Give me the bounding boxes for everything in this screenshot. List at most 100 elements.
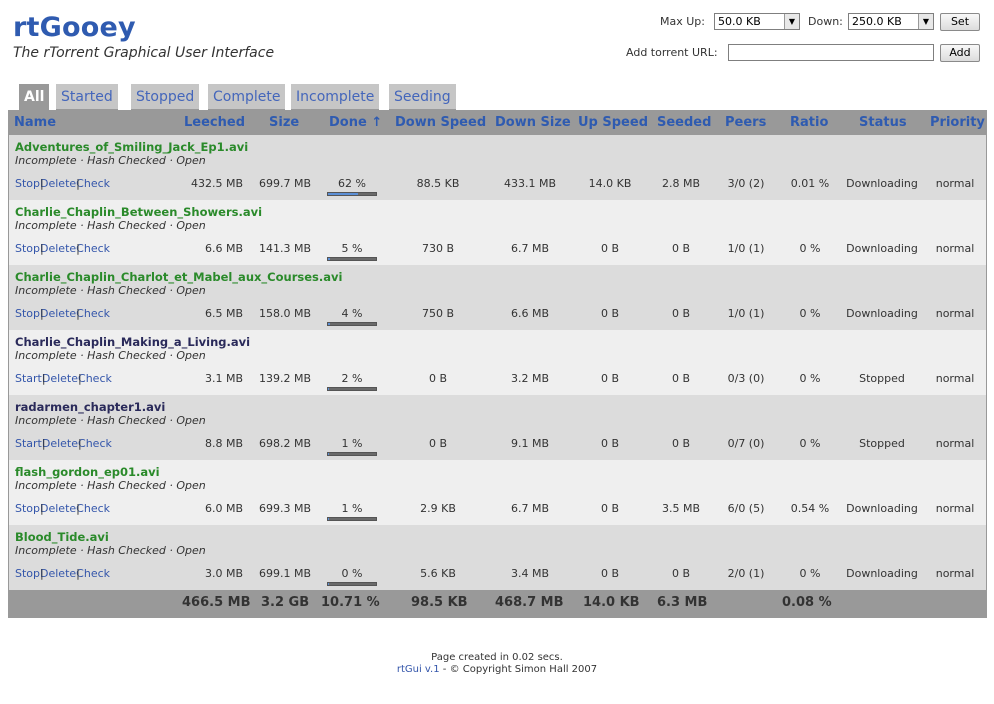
cell-up-speed: 0 B <box>600 242 620 255</box>
column-status[interactable]: Status <box>859 115 907 130</box>
column-done[interactable]: Done ↑ <box>329 115 382 130</box>
column-priority[interactable]: Priority <box>930 115 985 130</box>
cell-priority: normal <box>935 177 975 190</box>
column-up-speed[interactable]: Up Speed <box>578 115 648 130</box>
column-name[interactable]: Name <box>14 115 56 130</box>
check-link[interactable]: Check <box>76 502 110 515</box>
cell-size: 699.3 MB <box>258 502 311 515</box>
chevron-down-icon: ▼ <box>918 14 933 29</box>
cell-down-size: 6.6 MB <box>510 307 550 320</box>
tab-stopped[interactable]: Stopped <box>131 84 200 110</box>
torrent-name[interactable]: Blood_Tide.avi <box>15 530 109 544</box>
torrent-name[interactable]: radarmen_chapter1.avi <box>15 400 165 414</box>
tab-seeding[interactable]: Seeding <box>389 84 456 110</box>
cell-size: 139.2 MB <box>258 372 311 385</box>
stop-link[interactable]: Stop <box>15 177 40 190</box>
total-size: 3.2 GB <box>261 595 310 610</box>
cell-down-speed: 2.9 KB <box>420 502 456 515</box>
check-link[interactable]: Check <box>76 307 110 320</box>
cell-done: 0 % <box>341 567 363 580</box>
start-link[interactable]: Start <box>15 372 42 385</box>
delete-link[interactable]: Delete <box>40 567 76 580</box>
delete-link[interactable]: Delete <box>40 502 76 515</box>
cell-leeched: 432.5 MB <box>190 177 243 190</box>
cell-ratio: 0.01 % <box>790 177 830 190</box>
cell-leeched: 3.1 MB <box>204 372 243 385</box>
start-link[interactable]: Start <box>15 437 42 450</box>
stop-link[interactable]: Stop <box>15 502 40 515</box>
column-peers[interactable]: Peers <box>725 115 766 130</box>
cell-status: Stopped <box>859 372 905 385</box>
total-seeded: 6.3 MB <box>657 595 708 610</box>
progress-fill <box>328 323 330 325</box>
torrent-name[interactable]: Charlie_Chaplin_Charlot_et_Mabel_aux_Cou… <box>15 270 342 284</box>
torrent-name[interactable]: Charlie_Chaplin_Making_a_Living.avi <box>15 335 250 349</box>
cell-down-size: 3.4 MB <box>510 567 550 580</box>
totals-row: 466.5 MB 3.2 GB 10.71 % 98.5 KB 468.7 MB… <box>9 590 986 617</box>
app-subtitle: The rTorrent Graphical User Interface <box>13 45 275 61</box>
cell-ratio: 0 % <box>799 437 821 450</box>
speed-form: Max Up: 50.0 KB ▼ Down: 250.0 KB ▼ Set A… <box>622 12 982 66</box>
cell-done: 62 % <box>338 177 366 190</box>
torrent-url-input[interactable] <box>728 44 934 61</box>
cell-priority: normal <box>935 307 975 320</box>
tab-complete[interactable]: Complete <box>208 84 286 110</box>
tab-started[interactable]: Started <box>56 84 118 110</box>
cell-seeded: 0 B <box>671 307 691 320</box>
torrent-name[interactable]: flash_gordon_ep01.avi <box>15 465 160 479</box>
tab-incomplete[interactable]: Incomplete <box>291 84 380 110</box>
cell-peers: 1/0 (1) <box>727 242 765 255</box>
progress-fill <box>328 453 329 455</box>
check-link[interactable]: Check <box>78 372 112 385</box>
progress-bar <box>327 192 377 196</box>
cell-ratio: 0 % <box>799 242 821 255</box>
column-down-speed[interactable]: Down Speed <box>395 115 486 130</box>
delete-link[interactable]: Delete <box>40 177 76 190</box>
total-ratio: 0.08 % <box>782 595 832 610</box>
cell-leeched: 3.0 MB <box>204 567 243 580</box>
check-link[interactable]: Check <box>76 567 110 580</box>
cell-size: 141.3 MB <box>258 242 311 255</box>
cell-leeched: 6.6 MB <box>204 242 243 255</box>
column-size[interactable]: Size <box>269 115 299 130</box>
torrent-name[interactable]: Adventures_of_Smiling_Jack_Ep1.avi <box>15 140 248 154</box>
column-ratio[interactable]: Ratio <box>790 115 828 130</box>
cell-up-speed: 0 B <box>600 502 620 515</box>
cell-leeched: 8.8 MB <box>204 437 243 450</box>
stop-link[interactable]: Stop <box>15 567 40 580</box>
stop-link[interactable]: Stop <box>15 242 40 255</box>
version-link[interactable]: rtGui v.1 <box>397 664 440 675</box>
cell-seeded: 2.8 MB <box>661 177 701 190</box>
torrent-name[interactable]: Charlie_Chaplin_Between_Showers.avi <box>15 205 262 219</box>
max-up-select[interactable]: 50.0 KB ▼ <box>714 13 800 30</box>
cell-down-size: 433.1 MB <box>503 177 557 190</box>
tab-all[interactable]: All <box>19 84 50 110</box>
check-link[interactable]: Check <box>78 437 112 450</box>
total-down-speed: 98.5 KB <box>411 595 468 610</box>
add-button[interactable]: Add <box>940 44 980 62</box>
cell-up-speed: 0 B <box>600 307 620 320</box>
cell-leeched: 6.0 MB <box>204 502 243 515</box>
check-link[interactable]: Check <box>76 242 110 255</box>
delete-link[interactable]: Delete <box>42 437 78 450</box>
delete-link[interactable]: Delete <box>40 307 76 320</box>
set-button[interactable]: Set <box>940 13 980 31</box>
row-actions: Stop | Delete | Check <box>15 502 111 515</box>
down-select[interactable]: 250.0 KB ▼ <box>848 13 934 30</box>
progress-bar <box>327 257 377 261</box>
column-down-size[interactable]: Down Size <box>495 115 571 130</box>
cell-up-speed: 14.0 KB <box>588 177 632 190</box>
delete-link[interactable]: Delete <box>40 242 76 255</box>
total-down-size: 468.7 MB <box>495 595 564 610</box>
check-link[interactable]: Check <box>76 177 110 190</box>
torrent-info: Incomplete · Hash Checked · Open <box>15 219 206 232</box>
cell-down-speed: 0 B <box>428 437 448 450</box>
column-seeded[interactable]: Seeded <box>657 115 711 130</box>
max-up-label: Max Up: <box>660 15 705 28</box>
cell-down-size: 9.1 MB <box>510 437 550 450</box>
delete-link[interactable]: Delete <box>42 372 78 385</box>
add-url-label: Add torrent URL: <box>626 46 718 59</box>
column-leeched[interactable]: Leeched <box>184 115 245 130</box>
cell-ratio: 0 % <box>799 567 821 580</box>
stop-link[interactable]: Stop <box>15 307 40 320</box>
